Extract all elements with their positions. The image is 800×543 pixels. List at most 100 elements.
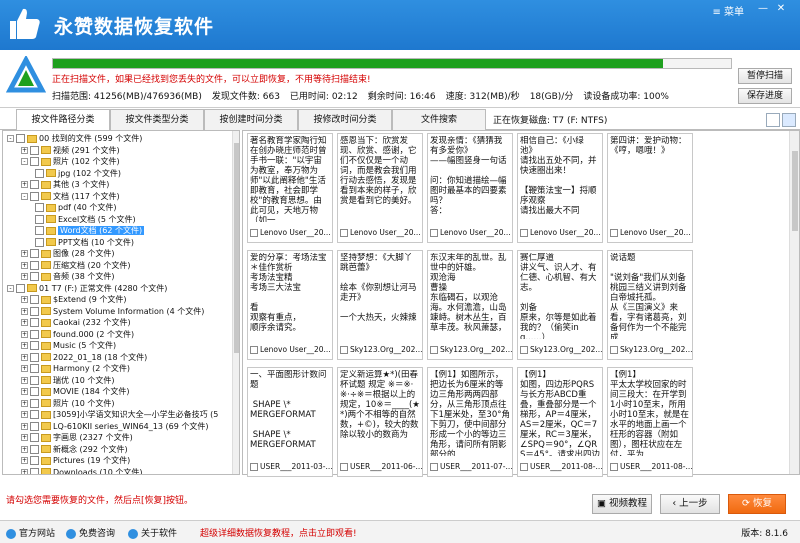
expand-icon[interactable]: + [21,468,28,474]
tree-item[interactable]: + Harmony (2 个文件) [21,363,130,374]
file-checkbox[interactable] [520,463,528,471]
collapse-icon[interactable]: - [21,158,28,165]
collapse-icon[interactable]: - [7,135,14,142]
expand-icon[interactable]: + [21,250,28,257]
expand-icon[interactable]: + [21,434,28,441]
scrollbar-thumb[interactable] [234,143,239,353]
file-card[interactable]: 爱的分享：考场法宝＊佳作赏析 考场法宝精 考场三大法宝 看 观察有重点， 顺序余… [247,250,333,360]
menu-button[interactable]: ≡ 菜单 [712,3,744,18]
file-card[interactable]: 一、平面图形计数问题 SHAPE \* MERGEFORMAT SHAPE \*… [247,367,333,477]
tree-item[interactable]: Excel文档 (5 个文件) [35,214,136,225]
expand-icon[interactable]: + [21,307,28,315]
tree-checkbox[interactable] [30,295,39,304]
tree-checkbox[interactable] [30,410,39,419]
tree-item[interactable]: PPT文档 (10 个文件) [35,237,134,248]
tab-by-modified[interactable]: 按修改时间分类 [298,109,392,130]
tree-item[interactable]: + Music (5 个文件) [21,340,116,351]
collapse-icon[interactable]: - [7,284,14,292]
expand-icon[interactable]: + [21,422,28,430]
save-progress-button[interactable]: 保存进度 [738,88,792,104]
expand-icon[interactable]: + [21,146,28,154]
expand-icon[interactable]: + [21,261,28,269]
expand-icon[interactable]: + [21,365,28,372]
free-consult-link[interactable]: 免费咨询 [66,526,115,539]
file-card[interactable]: 【例1】 如图，四边形PQRS与长方形ABCD重叠，重叠部分是一个梯形，AP＝4… [517,367,603,477]
tree-checkbox[interactable] [30,157,39,166]
tree-checkbox[interactable] [30,145,39,155]
tree-item[interactable]: - 照片 (102 个文件) [21,156,120,167]
expand-icon[interactable]: + [21,411,28,418]
file-checkbox[interactable] [340,463,348,471]
tree-checkbox[interactable] [30,260,39,270]
about-link[interactable]: 关于软件 [128,526,177,539]
expand-icon[interactable]: + [21,319,28,326]
file-card[interactable]: 【例1】如图所示，把边长为6厘米的等边三角形两两四部分，从三角形顶点往下1厘米处… [427,367,513,477]
file-card[interactable]: 发现亲情：《猜猜我有多爱你》 ——幅图竖身一句话 问：你知道描绘—幅图时最基本的… [427,133,513,243]
tree-checkbox[interactable] [16,134,25,143]
grid-scrollbar[interactable] [789,131,799,474]
tree-checkbox[interactable] [30,387,39,396]
tab-by-type[interactable]: 按文件类型分类 [110,109,204,130]
tree-item[interactable]: + 其他 (3 个文件) [21,179,109,190]
file-checkbox[interactable] [430,229,438,237]
tree-checkbox[interactable] [35,203,44,212]
file-card[interactable]: 坚持梦想：《大脚丫跳芭蕾》 绘本《你别想让河马走开》 一个大热天，火辣辣 Sky1… [337,250,423,360]
file-card[interactable]: 感恩当下：欣赏发现、欣赏、感谢，它们不仅仅是一个动词，而是教会我们用行动去感悟，… [337,133,423,243]
tree-item[interactable]: - 01 T7 (F:) 正常文件 (4280 个文件) [7,283,167,294]
recover-button[interactable]: ⟳ 恢复 [728,494,786,514]
file-checkbox[interactable] [430,346,438,354]
tree-checkbox[interactable] [16,283,25,293]
tree-checkbox[interactable] [30,249,39,258]
tree-checkbox[interactable] [30,444,39,454]
tree-checkbox[interactable] [30,329,39,339]
file-card[interactable]: 东汉末年的乱世。乱世中的奸雄。 观沧海 曹操 东临碣石，以观沧海。水何澹澹，山岛… [427,250,513,360]
close-button[interactable]: ✕ [774,3,788,15]
file-checkbox[interactable] [610,229,618,237]
tab-search[interactable]: 文件搜索 [392,109,486,130]
previous-step-button[interactable]: ‹ 上一步 [660,494,720,514]
file-checkbox[interactable] [520,229,528,237]
tree-checkbox[interactable] [30,398,39,408]
file-card[interactable]: 说话题 "说刘备"我们从刘备桃园三结义讲到刘备白帝城托孤。 从《三国演义》来看，… [607,250,693,360]
tree-item[interactable]: + 照片 (10 个文件) [21,398,115,409]
tree-checkbox[interactable] [30,272,39,281]
tree-checkbox[interactable] [30,467,39,474]
tree-scrollbar[interactable] [232,131,239,474]
file-card[interactable]: 赛仁厚道 讲义气、识人才、有仁德、心机智、有大志。 刘备 原来，尔等是如此着我的… [517,250,603,360]
tree-item[interactable]: +2022_01_18 (18 个文件) [21,352,147,363]
file-card[interactable]: 第四讲：爱护动物：《哼，嗯哦！》 Lenovo User__20... [607,133,693,243]
tab-by-path[interactable]: 按文件路径分类 [16,109,110,131]
file-checkbox[interactable] [430,463,438,471]
file-card[interactable]: 【例1】 平太太学校回家的时间三段大：在开学到1小时10至末，所用 小时10至末… [607,367,693,477]
tab-by-created[interactable]: 按创建时间分类 [204,109,298,130]
tree-item[interactable]: + MOVIE (184 个文件) [21,386,130,397]
tree-checkbox[interactable] [30,306,39,316]
file-card[interactable]: 定义新运算★*)(田春杯试题 规定 ※＝※·※·÷※＝根据以上的规定，10※＝_… [337,367,423,477]
tree-checkbox[interactable] [30,375,39,385]
tree-item[interactable]: - 00 找到的文件 (599 个文件) [7,133,142,144]
tree-item[interactable]: Word文档 (62 个文件) [35,225,145,236]
file-checkbox[interactable] [340,229,348,237]
tree-checkbox[interactable] [30,456,39,465]
tree-checkbox[interactable] [30,180,39,189]
file-checkbox[interactable] [250,463,258,471]
tree-item[interactable]: + Downloads (10 个文件) [21,467,142,474]
tree-checkbox[interactable] [35,226,44,235]
file-checkbox[interactable] [250,346,258,354]
tree-item[interactable]: + LQ-610KII series_WIN64_13 (69 个文件) [21,421,208,432]
tree-item[interactable]: + Caokai (232 个文件) [21,317,131,328]
tree-checkbox[interactable] [30,352,39,362]
video-tutorial-button[interactable]: ▣ 视频教程 [592,494,652,514]
file-checkbox[interactable] [250,229,258,237]
list-view-icon[interactable] [766,113,780,127]
expand-icon[interactable]: + [21,445,28,453]
file-checkbox[interactable] [340,346,348,354]
tree-item[interactable]: jpg (102 个文件) [35,168,121,179]
tree-checkbox[interactable] [30,318,39,327]
expand-icon[interactable]: + [21,273,28,280]
tree-item[interactable]: + System Volume Information (4 个文件) [21,306,204,317]
tree-item[interactable]: + Pictures (19 个文件) [21,455,130,466]
expand-icon[interactable]: + [21,296,28,303]
file-checkbox[interactable] [610,346,618,354]
expand-icon[interactable]: + [21,342,28,349]
